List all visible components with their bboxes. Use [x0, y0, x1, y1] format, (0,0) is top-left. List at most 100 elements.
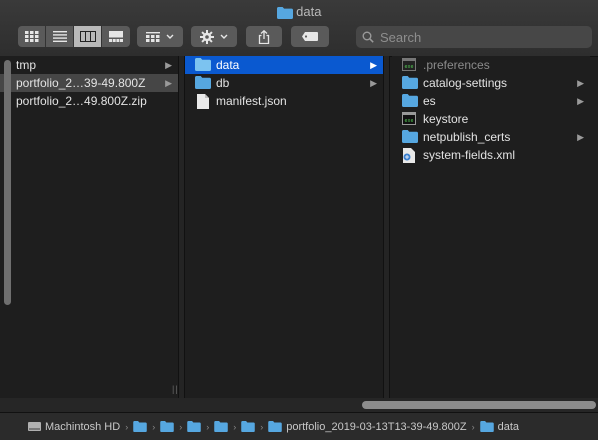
browser-column-1[interactable]: tmp ▶ portfolio_2…39-49.800Z ▶ portfolio_2…: [0, 56, 178, 400]
folder-icon: [160, 421, 174, 432]
column-resize-handle[interactable]: ||: [392, 384, 393, 394]
folder-icon: [133, 421, 147, 432]
list-item[interactable]: netpublish_certs ▶: [392, 128, 590, 146]
disclosure-arrow-icon: ▶: [165, 60, 172, 70]
item-label: tmp: [16, 58, 37, 72]
disclosure-arrow-icon: ▶: [577, 78, 584, 88]
gear-icon: [200, 29, 214, 44]
list-item[interactable]: manifest.json: [185, 92, 383, 110]
disclosure-arrow-icon: ▶: [370, 78, 377, 88]
view-switcher: [18, 26, 130, 47]
path-separator-icon: ›: [152, 421, 156, 432]
path-item-folder[interactable]: [214, 421, 228, 432]
executable-icon: exe: [402, 112, 416, 125]
path-item-disk[interactable]: Machintosh HD: [28, 421, 120, 433]
column-resize-handle[interactable]: ||: [185, 384, 186, 394]
column-view-button[interactable]: [74, 26, 102, 47]
disclosure-arrow-icon: ▶: [370, 60, 377, 70]
column-divider[interactable]: [383, 56, 390, 400]
group-by-button[interactable]: [137, 26, 183, 47]
folder-icon: [402, 76, 418, 89]
disclosure-arrow-icon: ▶: [577, 132, 584, 142]
path-item-label: data: [497, 420, 520, 433]
toolbar: data: [0, 0, 598, 57]
folder-icon: [268, 421, 282, 432]
vertical-scrollbar[interactable]: [4, 60, 11, 305]
item-label: db: [216, 76, 230, 90]
path-item-label: portfolio_2019-03-13T13-39-49.800Z: [286, 420, 467, 433]
path-item-folder[interactable]: [241, 421, 255, 432]
search-input[interactable]: [378, 28, 582, 46]
item-label: .preferences: [423, 58, 490, 72]
list-item[interactable]: data ▶: [185, 56, 383, 74]
path-bar: Machintosh HD › › › › › › portfolio_2019…: [0, 412, 598, 440]
item-label: manifest.json: [216, 94, 287, 108]
browser-column-2[interactable]: data ▶ db ▶ manifest.json ||: [185, 56, 383, 400]
group-grid-icon: [146, 31, 160, 42]
icon-view-icon: [24, 31, 38, 42]
path-item-folder[interactable]: data: [479, 420, 520, 433]
list-item[interactable]: catalog-settings ▶: [392, 74, 590, 92]
item-label: catalog-settings: [423, 76, 508, 90]
path-separator-icon: ›: [125, 421, 129, 432]
gallery-view-icon: [109, 31, 123, 42]
document-icon: [197, 94, 209, 109]
item-label: portfolio_2…39-49.800Z: [16, 76, 146, 90]
list-item[interactable]: tmp ▶: [0, 56, 178, 74]
search-field[interactable]: [356, 26, 592, 48]
folder-icon: [195, 76, 211, 89]
folder-icon: [402, 130, 418, 143]
list-item[interactable]: exe keystore: [392, 110, 590, 128]
svg-text:exe: exe: [405, 64, 414, 70]
hard-disk-icon: [28, 422, 41, 431]
path-item-folder[interactable]: [187, 421, 201, 432]
action-button[interactable]: [191, 26, 237, 47]
path-item-label: Machintosh HD: [45, 420, 121, 433]
item-label: netpublish_certs: [423, 130, 511, 144]
folder-icon: [195, 58, 211, 71]
folder-icon: [276, 6, 293, 19]
path-separator-icon: ›: [206, 421, 210, 432]
path-separator-icon: ›: [471, 421, 475, 432]
path-item-folder[interactable]: [133, 421, 147, 432]
item-label: portfolio_2…49.800Z.zip: [16, 94, 147, 108]
column-view-icon: [79, 31, 96, 42]
disclosure-arrow-icon: ▶: [165, 78, 172, 88]
list-view-button[interactable]: [46, 26, 74, 47]
item-label: data: [216, 58, 240, 72]
xml-file-icon: [403, 148, 415, 163]
folder-icon: [187, 421, 201, 432]
item-label: system-fields.xml: [423, 148, 516, 162]
list-item[interactable]: portfolio_2…39-49.800Z ▶: [0, 74, 178, 92]
list-item[interactable]: db ▶: [185, 74, 383, 92]
icon-view-button[interactable]: [18, 26, 46, 47]
tags-button[interactable]: [291, 26, 329, 47]
horizontal-scrollbar[interactable]: [362, 401, 596, 409]
path-item-folder[interactable]: portfolio_2019-03-13T13-39-49.800Z: [268, 420, 467, 433]
list-item[interactable]: portfolio_2…49.800Z.zip: [0, 92, 178, 110]
chevron-down-icon: [220, 34, 228, 39]
gallery-view-button[interactable]: [102, 26, 130, 47]
executable-icon: exe: [402, 58, 416, 71]
path-item-folder[interactable]: [160, 421, 174, 432]
tag-icon: [302, 32, 318, 41]
list-item[interactable]: es ▶: [392, 92, 590, 110]
svg-text:exe: exe: [405, 118, 414, 124]
search-icon: [362, 31, 374, 43]
folder-icon: [214, 421, 228, 432]
window-title: data: [0, 4, 598, 20]
share-button[interactable]: [246, 26, 282, 47]
browser-column-3[interactable]: exe .preferences catalog-settings ▶ es ▶ e…: [392, 56, 590, 400]
list-item[interactable]: exe .preferences: [392, 56, 590, 74]
window-title-text: data: [296, 4, 322, 19]
folder-icon: [241, 421, 255, 432]
path-separator-icon: ›: [233, 421, 237, 432]
list-item[interactable]: system-fields.xml: [392, 146, 590, 164]
column-divider[interactable]: [178, 56, 185, 400]
path-separator-icon: ›: [260, 421, 264, 432]
share-icon: [258, 29, 270, 44]
folder-icon: [479, 421, 494, 432]
disclosure-arrow-icon: ▶: [577, 96, 584, 106]
item-label: es: [423, 94, 436, 108]
list-view-icon: [52, 31, 67, 42]
